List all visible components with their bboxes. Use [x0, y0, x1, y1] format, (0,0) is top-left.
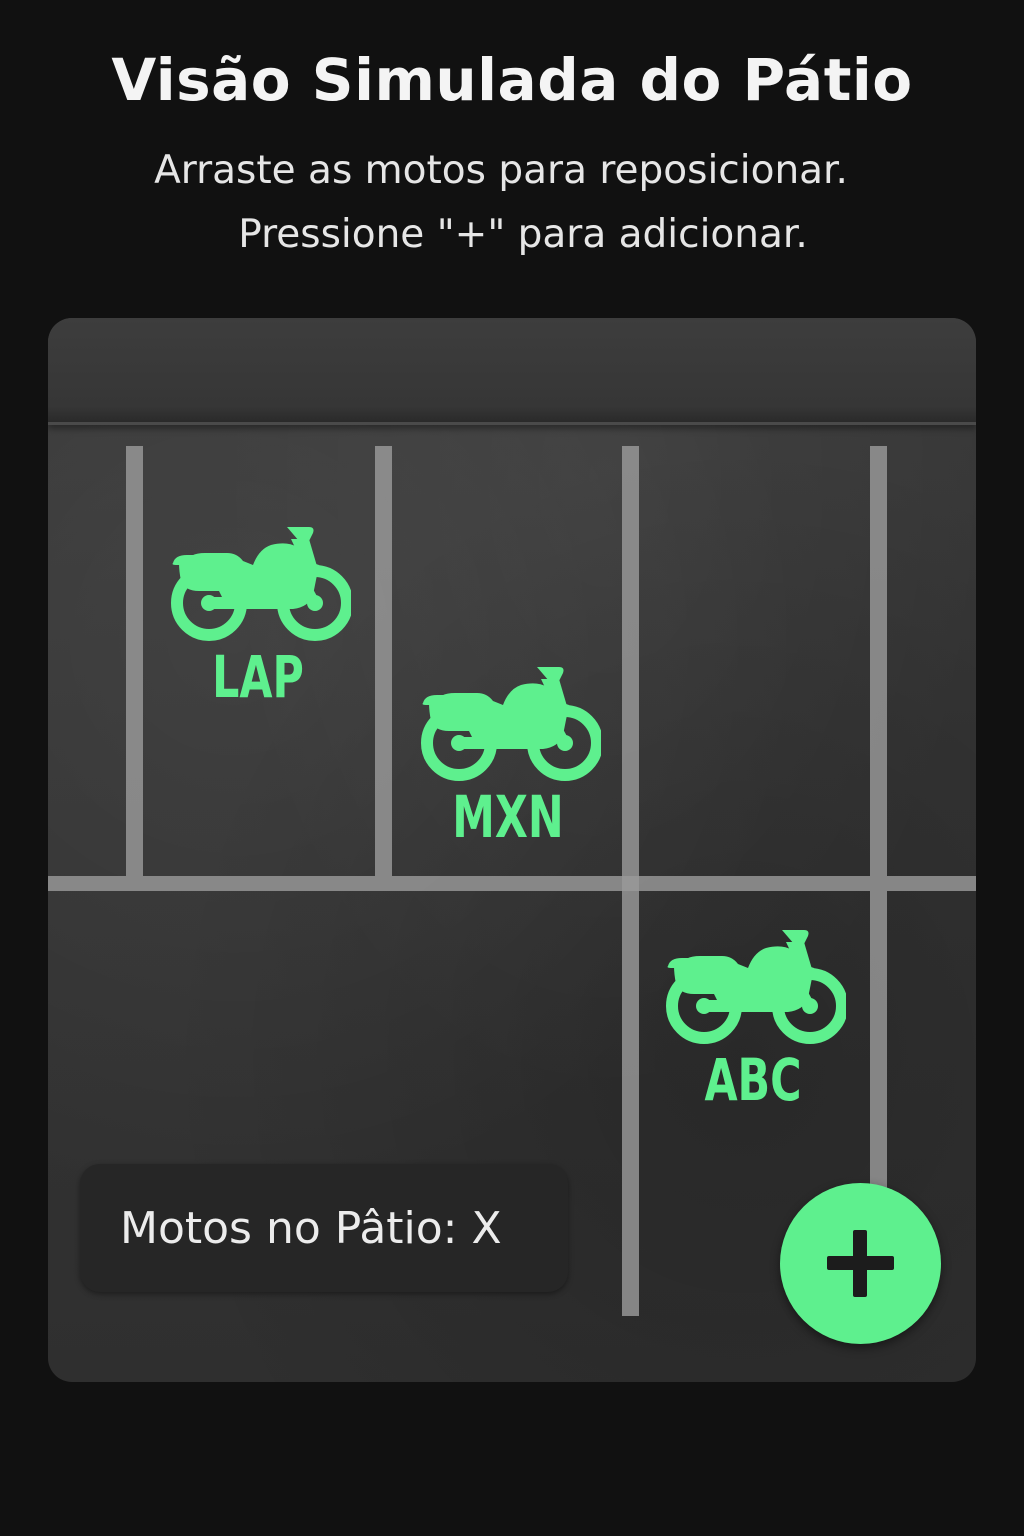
plus-icon-horizontal — [827, 1256, 894, 1270]
motorcycle-plate: ABC — [704, 1046, 802, 1114]
yard-curb — [48, 318, 976, 425]
motorcycle-plate: MXN — [452, 783, 564, 851]
parking-line — [375, 446, 392, 876]
motorcycle-icon — [666, 930, 846, 1044]
parking-line — [48, 876, 976, 891]
page-title: Visão Simulada do Pátio — [111, 46, 913, 114]
instruction-add: Pressione "+" para adicionar. — [238, 212, 808, 257]
parking-line — [126, 446, 143, 876]
motorcycle-count-label: Motos no Pâtio: X — [120, 1202, 502, 1254]
motorcycle-icon — [171, 527, 351, 641]
motorcycle-icon — [421, 667, 601, 781]
motorcycle-count-panel: Motos no Pâtio: X — [80, 1164, 568, 1292]
instruction-drag: Arraste as motos para reposicionar. — [154, 148, 848, 193]
parking-line — [870, 891, 887, 1191]
motorcycle-plate: LAP — [212, 643, 304, 711]
parking-line — [870, 446, 887, 876]
add-motorcycle-button[interactable] — [780, 1183, 941, 1344]
motorcycle-lap[interactable]: LAP — [158, 523, 358, 709]
motorcycle-abc[interactable]: ABC — [653, 926, 853, 1112]
motorcycle-mxn[interactable]: MXN — [408, 663, 608, 849]
